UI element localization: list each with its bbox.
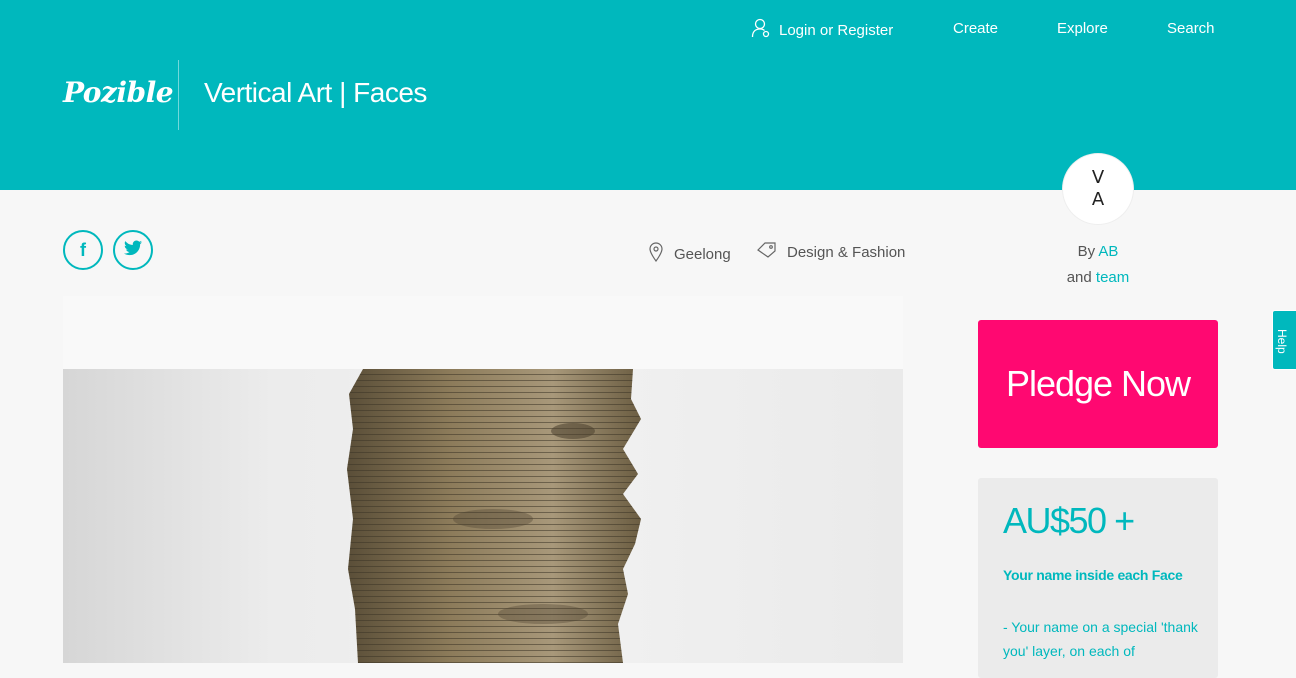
category-label: Design & Fashion (787, 243, 906, 261)
login-register-link[interactable]: Login or Register (751, 18, 893, 42)
nav-explore[interactable]: Explore (1057, 20, 1108, 37)
nav-search[interactable]: Search (1167, 20, 1215, 37)
avatar-letter-bottom: A (1091, 189, 1105, 210)
creator-link[interactable]: AB (1098, 243, 1118, 260)
by-label: By (1077, 243, 1096, 260)
twitter-share-button[interactable] (113, 230, 153, 270)
twitter-icon (124, 240, 142, 261)
project-image[interactable] (63, 369, 903, 663)
byline-creator: By AB (1000, 243, 1196, 260)
project-location[interactable]: Geelong (648, 242, 731, 266)
facebook-share-button[interactable]: f (63, 230, 103, 270)
facebook-icon: f (80, 239, 86, 260)
reward-description: - Your name on a special 'thank you' lay… (1003, 619, 1198, 659)
pledge-now-button[interactable]: Pledge Now (978, 320, 1218, 448)
sculpture-face-image (347, 369, 641, 663)
reward-title: Your name inside each Face (1003, 567, 1183, 583)
and-label: and (1066, 269, 1092, 286)
reward-amount: AU$50 + (1003, 500, 1135, 541)
header-divider (178, 60, 179, 130)
help-tab[interactable]: Help (1272, 310, 1296, 370)
team-link[interactable]: team (1096, 269, 1129, 286)
project-category[interactable]: Design & Fashion (757, 242, 905, 262)
login-label: Login or Register (779, 21, 894, 39)
nav-create[interactable]: Create (953, 20, 998, 37)
byline-team: and team (1000, 269, 1196, 286)
tag-icon (757, 242, 777, 262)
location-label: Geelong (674, 245, 731, 263)
creator-avatar[interactable]: V A (1063, 154, 1133, 224)
reward-card[interactable]: AU$50 + Your name inside each Face - You… (978, 478, 1218, 678)
help-label: Help (1275, 329, 1289, 354)
project-title: Vertical Art | Faces (204, 77, 427, 108)
user-icon (751, 18, 771, 42)
avatar-letter-top: V (1091, 167, 1105, 188)
pozible-logo[interactable]: Pozible (63, 76, 174, 109)
media-top-padding (63, 296, 903, 369)
map-pin-icon (648, 242, 664, 266)
